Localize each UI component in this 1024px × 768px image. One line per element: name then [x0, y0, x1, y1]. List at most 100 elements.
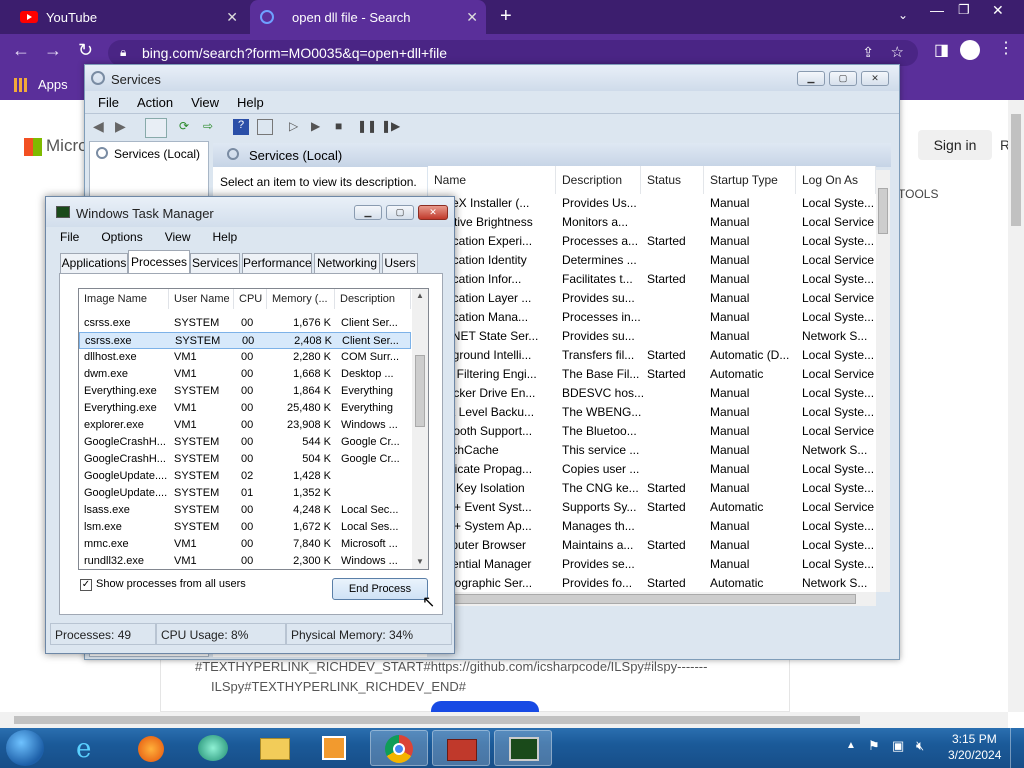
taskbar-task-manager[interactable] — [494, 730, 552, 766]
table-row[interactable]: Application Identity Determines ... Manual… — [426, 251, 876, 270]
table-row[interactable]: Certificate Propag... Copies user ... Manu… — [426, 460, 876, 479]
tab-performance[interactable]: Performance — [242, 253, 312, 273]
table-row[interactable]: Cryptographic Ser... Provides fo... Starte… — [426, 574, 876, 593]
play-icon[interactable]: ▷ — [289, 119, 305, 135]
tab-processes[interactable]: Processes — [128, 250, 190, 274]
share-icon[interactable]: ⇪ — [862, 44, 874, 61]
scroll-thumb[interactable] — [446, 594, 856, 604]
scroll-thumb[interactable] — [1011, 114, 1021, 226]
taskbar-app[interactable] — [184, 730, 242, 766]
services-titlebar[interactable]: Services ▁ ▢ ✕ — [85, 65, 899, 91]
task-manager-titlebar[interactable]: Windows Task Manager ▁ ▢ ✕ — [46, 197, 454, 227]
column-header-startup-type[interactable]: Startup Type — [704, 166, 796, 194]
address-bar[interactable]: 🔒︎ bing.com/search?form=MO0035&q=open+dl… — [108, 40, 918, 66]
back-icon[interactable]: ◀ — [93, 118, 109, 134]
table-row[interactable]: COM+ System Ap... Manages th... Manual Loca… — [426, 517, 876, 536]
column-header-user-name[interactable]: User Name — [169, 289, 234, 309]
maximize-button[interactable]: ▢ — [829, 71, 857, 86]
table-row[interactable]: Application Layer ... Provides su... Manua… — [426, 289, 876, 308]
table-row[interactable]: COM+ Event Syst... Supports Sy... Started A… — [426, 498, 876, 517]
close-icon[interactable]: ✕ — [226, 9, 238, 26]
start-button[interactable] — [6, 730, 44, 766]
pause-icon[interactable]: ❚❚ — [357, 119, 377, 135]
column-header-status[interactable]: Status — [641, 166, 704, 194]
table-row[interactable]: Everything.exe SYSTEM 00 1,864 K Everything — [79, 383, 411, 400]
menu-item[interactable]: Options — [101, 230, 142, 244]
restore-icon[interactable]: ❐ — [958, 2, 970, 18]
tab-users[interactable]: Users — [382, 253, 418, 273]
table-row[interactable]: Adaptive Brightness Monitors a... Manual Lo… — [426, 213, 876, 232]
table-row[interactable]: Computer Browser Maintains a... Started Man… — [426, 536, 876, 555]
table-row[interactable]: Base Filtering Engi... The Base Fil... Sta… — [426, 365, 876, 384]
chevron-down-icon[interactable]: ⌄ — [898, 8, 908, 22]
menu-item[interactable]: File — [60, 230, 79, 244]
forward-icon[interactable]: ▶ — [115, 118, 131, 134]
table-row[interactable]: Credential Manager Provides se... Manual Lo… — [426, 555, 876, 574]
table-row[interactable]: GoogleCrashH... SYSTEM 00 504 K Google Cr... — [79, 451, 411, 468]
table-row[interactable]: Application Experi... Processes a... Start… — [426, 232, 876, 251]
taskbar-chrome[interactable] — [370, 730, 428, 766]
show-desktop-button[interactable] — [1010, 728, 1024, 768]
action-center-icon[interactable]: ⚑ — [868, 738, 880, 754]
side-panel-icon[interactable]: ◨ — [934, 40, 949, 60]
table-row[interactable]: dllhost.exe VM1 00 2,280 K COM Surr... — [79, 349, 411, 366]
tree-item-services-local[interactable]: Services (Local) — [114, 147, 200, 161]
star-icon[interactable]: ☆ — [891, 43, 904, 61]
menu-item[interactable]: View — [191, 95, 219, 110]
tab-services[interactable]: Services — [190, 253, 240, 273]
table-row[interactable]: Bluetooth Support... The Bluetoo... Manual… — [426, 422, 876, 441]
close-button[interactable]: ✕ — [861, 71, 889, 86]
table-row[interactable]: Everything.exe VM1 00 25,480 K Everything — [79, 400, 411, 417]
reload-icon[interactable]: ↻ — [78, 40, 93, 61]
new-tab-icon[interactable]: + — [500, 5, 512, 28]
table-row[interactable]: BitLocker Drive En... BDESVC hos... Manual… — [426, 384, 876, 403]
bookmark-apps[interactable]: Apps — [38, 77, 68, 92]
refresh-icon[interactable]: ⟳ — [179, 119, 195, 135]
column-header-description[interactable]: Description — [556, 166, 641, 194]
menu-item[interactable]: View — [165, 230, 191, 244]
column-header-log-on-as[interactable]: Log On As — [796, 166, 876, 194]
table-row[interactable]: GoogleUpdate.... SYSTEM 01 1,352 K — [79, 485, 411, 502]
table-row[interactable]: explorer.exe VM1 00 23,908 K Windows ... — [79, 417, 411, 434]
volume-muted-icon[interactable]: 🔇︎ — [916, 738, 924, 754]
menu-item[interactable]: File — [98, 95, 119, 110]
table-row[interactable]: lsass.exe SYSTEM 00 4,248 K Local Sec... — [79, 502, 411, 519]
column-header-cpu[interactable]: CPU — [234, 289, 267, 309]
table-row[interactable]: Application Mana... Processes in... Manual… — [426, 308, 876, 327]
table-row[interactable]: ASP.NET State Ser... Provides su... Manual… — [426, 327, 876, 346]
show-all-users-checkbox[interactable]: ✓ — [80, 579, 92, 591]
tray-expand-icon[interactable]: ▲ — [846, 740, 856, 751]
table-row[interactable]: lsm.exe SYSTEM 00 1,672 K Local Ses... — [79, 519, 411, 536]
taskbar-toolbox[interactable] — [432, 730, 490, 766]
scroll-up-icon[interactable]: ▲ — [416, 291, 424, 300]
taskbar-media[interactable] — [306, 730, 364, 766]
minimize-button[interactable]: ▁ — [797, 71, 825, 86]
clock-time[interactable]: 3:15 PM — [952, 732, 997, 746]
tab-youtube[interactable]: YouTube ✕ — [8, 0, 246, 34]
back-icon[interactable]: ← — [12, 40, 30, 61]
profile-avatar[interactable] — [960, 40, 980, 60]
tab-search[interactable]: open dll file - Search ✕ — [250, 0, 486, 34]
table-row[interactable]: GoogleCrashH... SYSTEM 00 544 K Google Cr... — [79, 434, 411, 451]
network-icon[interactable]: ▣ — [892, 738, 904, 754]
maximize-button[interactable]: ▢ — [386, 205, 414, 220]
page-vertical-scrollbar[interactable] — [1008, 100, 1024, 712]
taskbar-ie[interactable]: e — [62, 730, 120, 766]
table-row[interactable]: dwm.exe VM1 00 1,668 K Desktop ... — [79, 366, 411, 383]
scroll-thumb[interactable] — [14, 716, 860, 724]
table-row[interactable]: Application Infor... Facilitates t... Star… — [426, 270, 876, 289]
services-vertical-scrollbar[interactable] — [876, 170, 890, 592]
tab-networking[interactable]: Networking — [314, 253, 380, 273]
forward-icon[interactable]: → — [44, 40, 62, 61]
column-header-memory[interactable]: Memory (... — [267, 289, 335, 309]
help-icon[interactable]: ? — [233, 119, 249, 135]
close-button[interactable]: ✕ — [418, 205, 448, 220]
menu-item[interactable]: Action — [137, 95, 173, 110]
table-row[interactable]: ActiveX Installer (... Provides Us... Manu… — [426, 194, 876, 213]
table-row[interactable]: mmc.exe VM1 00 7,840 K Microsoft ... — [79, 536, 411, 553]
close-icon[interactable]: ✕ — [466, 9, 478, 26]
minimize-button[interactable]: ▁ — [354, 205, 382, 220]
scroll-down-icon[interactable]: ▼ — [416, 557, 424, 566]
table-row[interactable]: rundll32.exe VM1 00 2,300 K Windows ... — [79, 553, 411, 569]
table-row[interactable]: csrss.exe SYSTEM 00 2,408 K Client Ser... — [79, 332, 411, 349]
